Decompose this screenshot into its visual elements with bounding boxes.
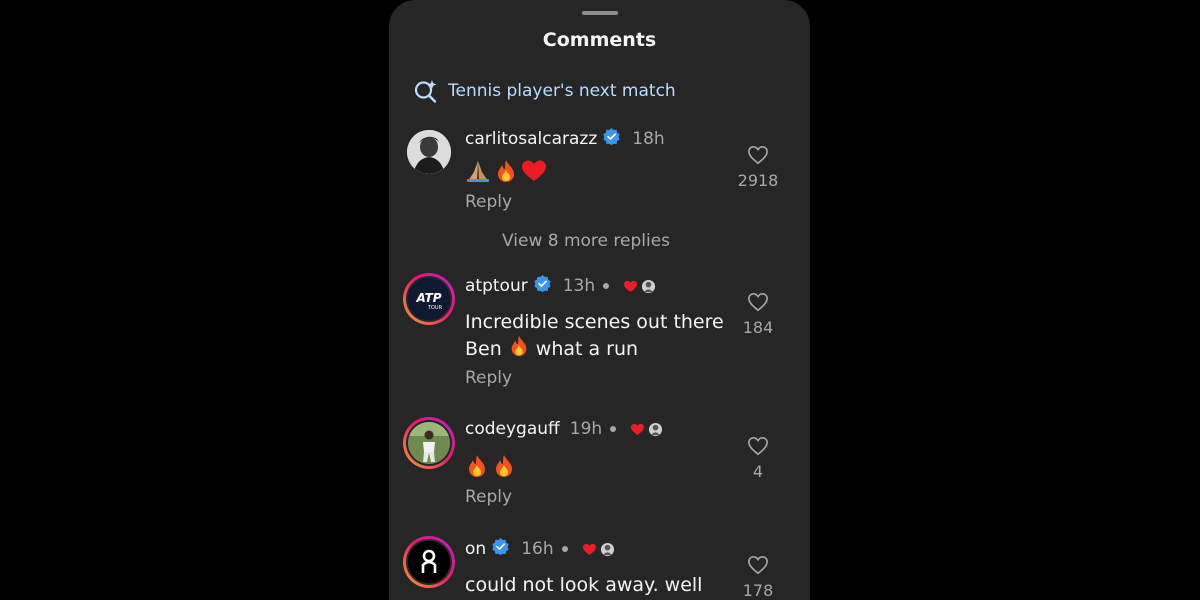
reply-button[interactable]: Reply [465, 192, 512, 212]
heart-outline-icon[interactable] [728, 436, 788, 456]
like-control: 4 [728, 436, 788, 481]
comment-time: 16h [521, 539, 554, 559]
comment-text-line: Ben what a run [465, 335, 755, 364]
verified-badge-icon [603, 128, 620, 150]
red-heart-icon [624, 280, 638, 292]
author-avatar-icon [600, 542, 614, 556]
avatar-image [407, 130, 451, 174]
avatar-story-ring [406, 539, 452, 585]
author-avatar-icon [649, 422, 663, 436]
search-suggestion[interactable]: Tennis player's next match [413, 77, 676, 105]
like-count: 178 [742, 581, 774, 600]
avatar-image [408, 541, 450, 583]
comment-meta: carlitosalcarazz 18h [465, 128, 665, 150]
comment-meta: codeygauff 19h [465, 419, 663, 439]
comments-sheet: Comments Tennis player's next match carl… [389, 0, 810, 600]
avatar[interactable] [407, 130, 451, 174]
heart-outline-icon[interactable] [728, 292, 788, 312]
avatar-image: ATP TOUR [408, 278, 450, 320]
heart-outline-icon[interactable] [728, 555, 788, 575]
red-heart-icon [582, 543, 596, 555]
sheet-title: Comments [542, 29, 657, 51]
avatar[interactable] [403, 417, 455, 469]
separator-dot [610, 426, 617, 432]
reply-button[interactable]: Reply [465, 368, 512, 388]
comment-text: could not look away. well [465, 574, 703, 596]
author-liked-indicator [623, 279, 656, 294]
comment-meta: atptour 13h [465, 275, 656, 297]
username[interactable]: atptour [465, 276, 528, 296]
like-control: 2918 [728, 145, 788, 190]
author-liked-indicator [582, 542, 615, 557]
comment-text: Incredible scenes out there Ben what a r… [465, 310, 755, 364]
praying-hands-icon [465, 159, 491, 190]
fire-icon [492, 454, 516, 485]
fire-icon [465, 454, 489, 485]
avatar-image [408, 422, 450, 464]
avatar-story-ring [406, 420, 452, 466]
fire-icon [508, 335, 530, 364]
view-more-replies-button[interactable]: View 8 more replies [502, 231, 670, 251]
sparkle-search-icon [413, 78, 439, 104]
avatar[interactable]: ATP TOUR [403, 273, 455, 325]
separator-dot [603, 283, 610, 289]
like-control: 184 [728, 292, 788, 337]
separator-dot [561, 546, 568, 552]
username[interactable]: codeygauff [465, 419, 560, 439]
like-count: 4 [752, 462, 764, 481]
verified-badge-icon [492, 538, 509, 560]
username[interactable]: on [465, 539, 486, 559]
like-count: 2918 [737, 171, 779, 190]
author-avatar-icon [642, 279, 656, 293]
svg-text:ATP: ATP [415, 291, 441, 305]
comment-text [465, 159, 755, 190]
svg-text:TOUR: TOUR [427, 305, 443, 311]
comment-time: 19h [569, 419, 603, 439]
like-control: 178 [728, 555, 788, 600]
red-heart-icon [521, 159, 547, 190]
red-heart-icon [631, 423, 645, 435]
fire-icon [494, 159, 518, 190]
author-liked-indicator [630, 422, 663, 437]
comment-time: 18h [632, 129, 665, 149]
drag-handle[interactable] [582, 11, 618, 15]
comment-text-fragment: what a run [535, 338, 639, 360]
verified-badge-icon [534, 275, 551, 297]
reply-button[interactable]: Reply [465, 487, 512, 507]
heart-outline-icon[interactable] [728, 145, 788, 165]
comment-time: 13h [562, 276, 596, 296]
comment-text-line: Incredible scenes out there [465, 311, 724, 333]
search-suggestion-text: Tennis player's next match [448, 81, 676, 101]
avatar-story-ring: ATP TOUR [406, 276, 452, 322]
avatar[interactable] [403, 536, 455, 588]
comment-text [465, 454, 755, 485]
like-count: 184 [742, 318, 774, 337]
username[interactable]: carlitosalcarazz [465, 129, 597, 149]
comment-text-fragment: Ben [465, 338, 502, 360]
comment-meta: on 16h [465, 538, 615, 560]
